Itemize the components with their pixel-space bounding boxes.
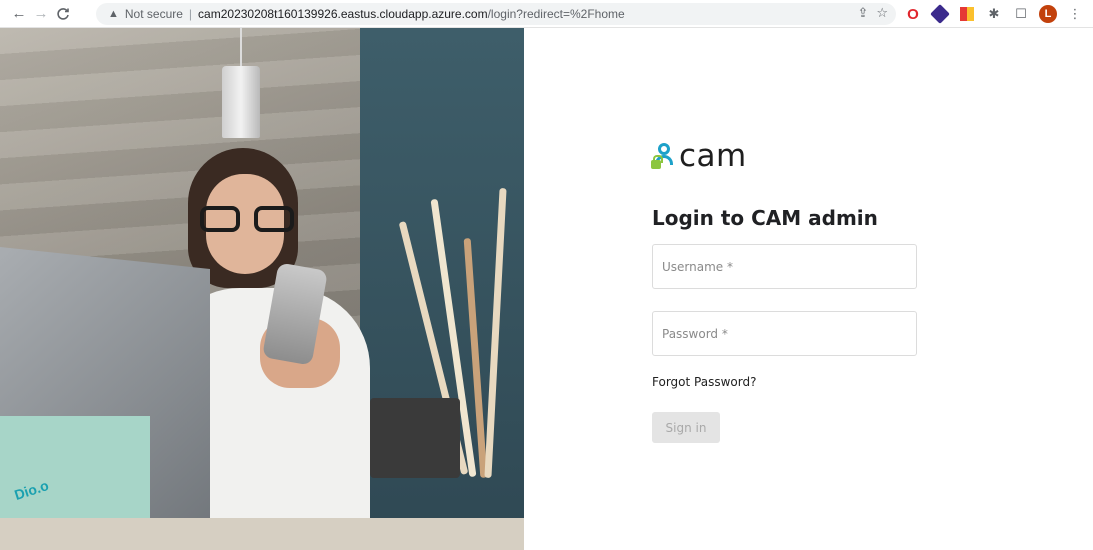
opera-extension-icon[interactable]: O (904, 5, 922, 23)
hero-photo: Dio.o (0, 28, 524, 550)
user-lock-icon (651, 141, 675, 171)
pendant-lamp (218, 28, 264, 140)
puzzle-extensions-icon[interactable]: ✱ (985, 5, 1003, 23)
forward-arrow-icon[interactable]: → (30, 3, 52, 25)
purple-extension-icon[interactable] (930, 4, 950, 24)
color-extension-icon[interactable] (958, 5, 976, 23)
reload-icon[interactable] (52, 3, 74, 25)
url-text: cam20230208t160139926.eastus.cloudapp.az… (198, 7, 625, 21)
username-input[interactable] (662, 245, 916, 288)
extensions-area: O ✱ ☐ L ⋮ (904, 0, 1084, 28)
notebook-logo: Dio.o (12, 476, 51, 504)
share-icon[interactable]: ⇪ (857, 5, 868, 21)
side-panel-icon[interactable]: ☐ (1012, 5, 1030, 23)
address-bar[interactable]: ▲ Not secure | cam20230208t160139926.eas… (96, 3, 896, 25)
back-arrow-icon[interactable]: ← (8, 3, 30, 25)
forgot-password-link[interactable]: Forgot Password? (652, 375, 756, 389)
bookmark-star-icon[interactable]: ☆ (876, 5, 888, 21)
profile-avatar[interactable]: L (1039, 5, 1057, 23)
security-status: Not secure (124, 7, 183, 21)
password-input[interactable] (662, 312, 916, 355)
login-title: Login to CAM admin (652, 206, 878, 230)
username-field[interactable] (652, 244, 917, 289)
password-field[interactable] (652, 311, 917, 356)
brand-name: cam (679, 138, 747, 174)
cam-logo: cam (651, 138, 747, 174)
address-separator: | (188, 7, 193, 21)
sign-in-button[interactable]: Sign in (652, 412, 720, 443)
url-path: /login?redirect=%2Fhome (487, 7, 625, 21)
address-bar-actions: ⇪ ☆ (857, 5, 888, 21)
desk (0, 518, 524, 550)
browser-toolbar: ← → ▲ Not secure | cam20230208t160139926… (0, 0, 1093, 28)
menu-kebab-icon[interactable]: ⋮ (1066, 5, 1084, 23)
warning-triangle-icon: ▲ (108, 8, 119, 20)
url-host: cam20230208t160139926.eastus.cloudapp.az… (198, 7, 488, 21)
login-panel: cam Login to CAM admin Forgot Password? … (524, 28, 1093, 550)
reload-glyph (57, 7, 69, 20)
